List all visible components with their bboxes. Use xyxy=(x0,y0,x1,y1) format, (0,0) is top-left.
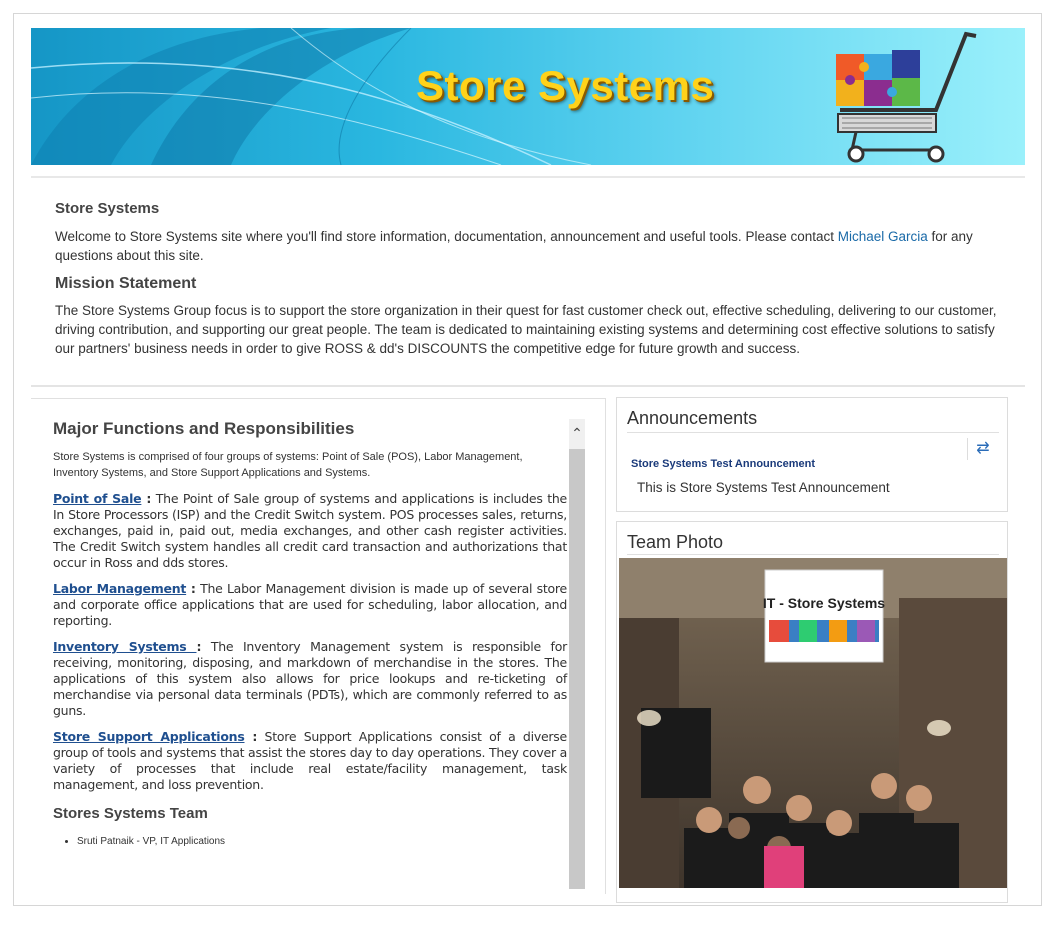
announcement-title-link[interactable]: Store Systems Test Announcement xyxy=(631,458,815,470)
contact-link[interactable]: Michael Garcia xyxy=(838,229,928,244)
team-list: Sruti Patnaik - VP, IT Applications xyxy=(53,836,567,847)
scrollbar[interactable]: ⌃ xyxy=(569,419,585,889)
function-item: Inventory Systems : The Inventory Manage… xyxy=(53,639,567,719)
photo-banner-text: IT - Store Systems xyxy=(763,595,885,611)
announcements-heading: Announcements xyxy=(627,408,758,428)
shopping-cart-icon xyxy=(836,31,977,163)
team-photo-image: IT - Store Systems xyxy=(619,558,1007,888)
refresh-icon[interactable]: ⇄ xyxy=(967,438,998,460)
functions-content: Major Functions and Responsibilities Sto… xyxy=(53,419,567,847)
welcome-text: Welcome to Store Systems site where you'… xyxy=(55,227,1015,265)
function-item: Store Support Applications : Store Suppo… xyxy=(53,729,567,793)
page-frame: Store Systems Store Systems Welcome to S… xyxy=(13,13,1042,906)
welcome-text-start: Welcome to Store Systems site where you'… xyxy=(55,229,838,244)
page-title: Store Systems xyxy=(55,200,160,217)
site-banner: Store Systems xyxy=(31,28,1025,165)
team-photo-webpart: Team Photo IT - Store Systems xyxy=(616,521,1008,903)
intro-section: Store Systems Welcome to Store Systems s… xyxy=(55,200,1015,368)
mission-heading: Mission Statement xyxy=(55,275,197,292)
labor-management-link[interactable]: Labor Management xyxy=(53,581,186,596)
banner-title: Store Systems xyxy=(416,62,715,109)
function-item: Point of Sale : The Point of Sale group … xyxy=(53,491,567,571)
separator: : xyxy=(244,729,258,744)
divider xyxy=(31,176,1025,178)
functions-heading: Major Functions and Responsibilities xyxy=(53,419,355,438)
divider xyxy=(31,385,1025,387)
point-of-sale-link[interactable]: Point of Sale xyxy=(53,491,142,506)
list-item: Sruti Patnaik - VP, IT Applications xyxy=(77,836,567,847)
store-support-applications-link[interactable]: Store Support Applications xyxy=(53,729,245,744)
functions-summary: Store Systems is comprised of four group… xyxy=(53,451,523,479)
divider xyxy=(627,432,999,433)
scroll-thumb[interactable] xyxy=(569,449,585,889)
announcement-body: This is Store Systems Test Announcement xyxy=(637,480,890,495)
divider xyxy=(627,554,999,555)
announcements-webpart: Announcements ⇄ Store Systems Test Annou… xyxy=(616,397,1008,512)
separator: : xyxy=(186,581,196,596)
function-item: Labor Management : The Labor Management … xyxy=(53,581,567,629)
team-photo-heading: Team Photo xyxy=(627,532,724,552)
inventory-systems-link[interactable]: Inventory Systems xyxy=(53,639,196,654)
mission-text: The Store Systems Group focus is to supp… xyxy=(55,303,997,356)
functions-panel: Major Functions and Responsibilities Sto… xyxy=(31,398,606,894)
separator: : xyxy=(141,491,152,506)
team-heading: Stores Systems Team xyxy=(53,805,208,822)
scroll-up-icon[interactable]: ⌃ xyxy=(569,419,585,447)
